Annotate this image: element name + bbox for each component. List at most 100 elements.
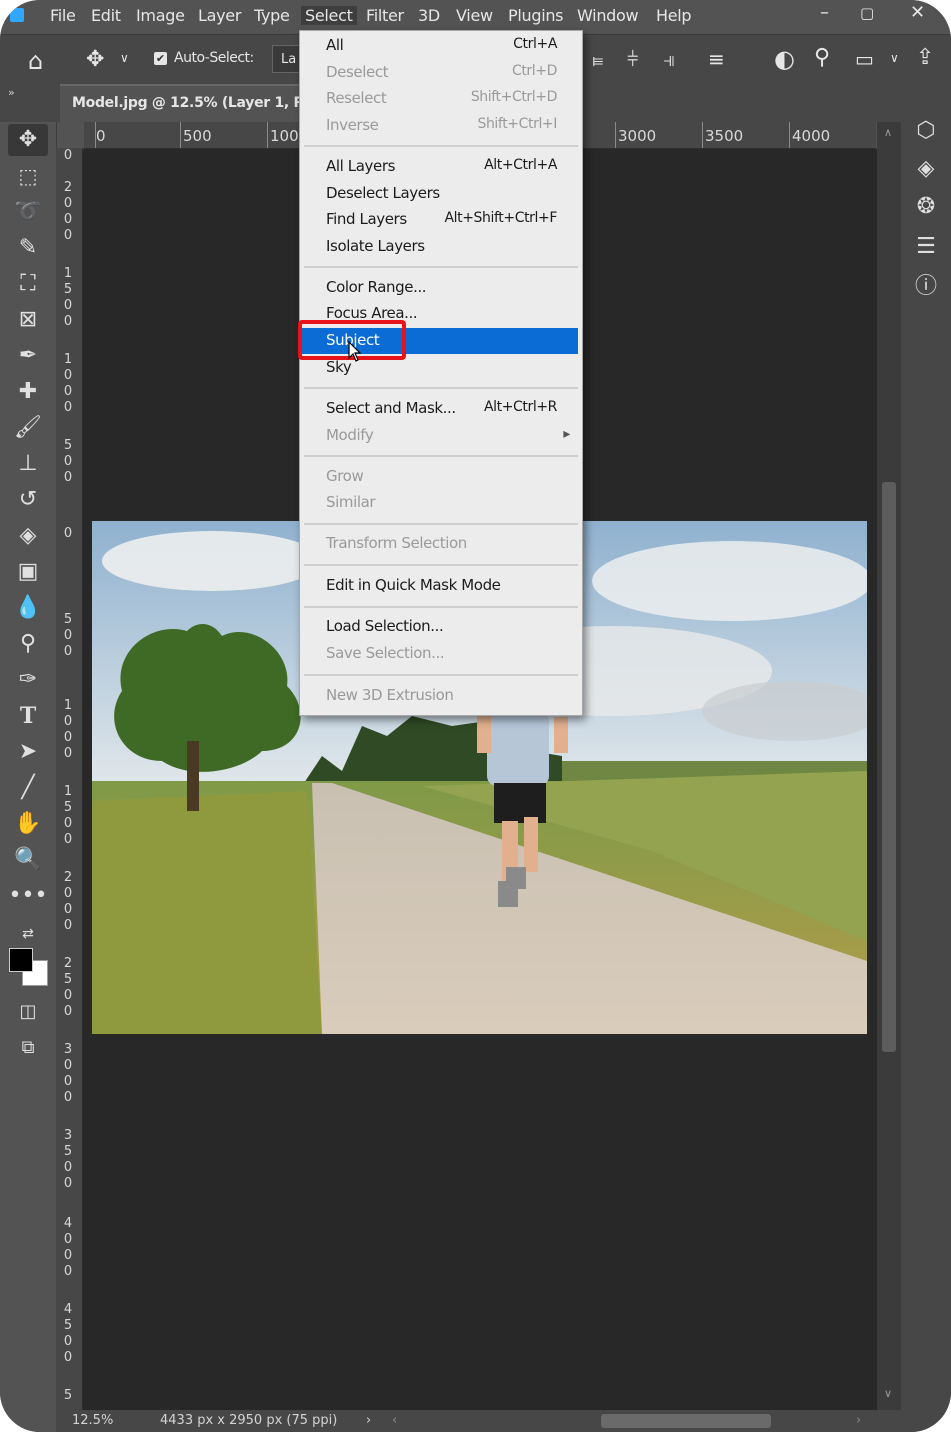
type-icon[interactable]: T	[8, 700, 48, 732]
align-center-icon[interactable]: ⫩	[627, 47, 638, 71]
menu-item-grow[interactable]: Grow	[300, 464, 582, 490]
menu-view[interactable]: View	[456, 6, 493, 25]
more-tools-icon[interactable]: •••	[8, 880, 48, 912]
menu-item-transform-selection[interactable]: Transform Selection	[300, 531, 582, 557]
auto-select-checkbox[interactable]: ✔	[154, 52, 167, 65]
menu-item-save-selection[interactable]: Save Selection...	[300, 641, 582, 667]
menu-item-new-3d-extrusion[interactable]: New 3D Extrusion	[300, 683, 582, 709]
scroll-up-icon[interactable]: ∧	[884, 126, 892, 139]
menu-item-quick-mask-mode[interactable]: Edit in Quick Mask Mode	[300, 573, 582, 599]
menu-plugins[interactable]: Plugins	[508, 6, 564, 25]
menu-item-reselect[interactable]: Reselect Shift+Ctrl+D	[300, 86, 582, 112]
close-icon[interactable]: ✕	[910, 2, 925, 23]
menu-item-load-selection[interactable]: Load Selection...	[300, 614, 582, 640]
3d-mode-icon[interactable]: ◐	[774, 45, 795, 73]
menu-item-inverse[interactable]: Inverse Shift+Ctrl+I	[300, 113, 582, 139]
quick-mask-icon[interactable]: ◫	[8, 996, 48, 1028]
gradient-icon[interactable]: ▣	[8, 556, 48, 588]
share-icon[interactable]: ⇪	[916, 45, 934, 70]
distribute-icon[interactable]: ≡	[708, 47, 725, 71]
right-panel-dock: ⬡ ◈ ❂ ☰ ⓘ	[901, 84, 951, 1432]
ruler-label: 0	[63, 526, 73, 541]
menu-item-all[interactable]: All Ctrl+A	[300, 33, 582, 59]
line-icon[interactable]: ╱	[8, 772, 48, 804]
menu-type[interactable]: Type	[254, 6, 290, 25]
swap-colors-icon[interactable]: ⇄	[8, 918, 48, 950]
menu-item-modify[interactable]: Modify ▸	[300, 423, 582, 449]
eyedropper-icon[interactable]: ✒	[8, 340, 48, 372]
menu-item-deselect[interactable]: Deselect Ctrl+D	[300, 60, 582, 86]
menu-item-similar[interactable]: Similar	[300, 490, 582, 516]
menu-select[interactable]: Select	[301, 6, 357, 25]
path-selection-icon[interactable]: ➤	[8, 736, 48, 768]
chevron-down-icon[interactable]: ∨	[890, 51, 899, 65]
frame-icon[interactable]: ⊠	[8, 304, 48, 336]
vertical-scrollbar[interactable]: ∧ ∨	[877, 122, 901, 1410]
document-tab[interactable]: Model.jpg @ 12.5% (Layer 1, RG	[60, 84, 315, 124]
healing-icon[interactable]: ✚	[8, 376, 48, 408]
menu-item-find-layers[interactable]: Find Layers Alt+Shift+Ctrl+F	[300, 207, 582, 233]
crop-icon[interactable]: ⛶	[8, 268, 48, 300]
vertical-scroll-thumb[interactable]	[882, 482, 896, 1052]
screen-mode-icon[interactable]: ⧉	[8, 1032, 48, 1064]
search-icon[interactable]: ⚲	[814, 45, 830, 70]
menu-separator	[304, 523, 578, 525]
adjustments-icon[interactable]: ☰	[911, 232, 941, 262]
quick-selection-icon[interactable]: ✎	[8, 232, 48, 264]
ruler-label: 1500	[63, 266, 73, 329]
menu-item-all-layers[interactable]: All Layers Alt+Ctrl+A	[300, 154, 582, 180]
hand-icon[interactable]: ✋	[8, 808, 48, 840]
layers-icon[interactable]: ◈	[911, 154, 941, 184]
pen-icon[interactable]: ✑	[8, 664, 48, 696]
lasso-icon[interactable]: ➰	[8, 196, 48, 228]
marquee-icon[interactable]: ⬚	[8, 160, 48, 192]
menu-layer[interactable]: Layer	[198, 6, 241, 25]
stamp-icon[interactable]: ⊥	[8, 448, 48, 480]
home-icon[interactable]: ⌂	[28, 47, 43, 75]
menu-filter[interactable]: Filter	[366, 6, 404, 25]
photoshop-window: File Edit Image Layer Type Select Filter…	[0, 0, 951, 1432]
status-bar: 12.5% 4433 px x 2950 px (75 ppi) › ‹ ›	[56, 1410, 901, 1432]
3d-icon[interactable]: ⬡	[911, 116, 941, 146]
ruler-label: 3500	[63, 1128, 73, 1191]
history-brush-icon[interactable]: ↺	[8, 484, 48, 516]
menu-item-color-range[interactable]: Color Range...	[300, 275, 582, 301]
menu-edit[interactable]: Edit	[91, 6, 121, 25]
chevron-down-icon[interactable]: ∨	[120, 51, 129, 65]
dodge-icon[interactable]: ⚲	[8, 628, 48, 660]
move-tool-icon[interactable]: ✥	[8, 124, 48, 156]
menu-help[interactable]: Help	[656, 6, 692, 25]
workspace-icon[interactable]: ▭	[855, 47, 874, 71]
minimize-icon[interactable]: –	[820, 2, 829, 23]
menu-separator	[304, 387, 578, 389]
info-icon[interactable]: ⓘ	[911, 272, 941, 302]
move-icon[interactable]: ✥	[86, 47, 104, 72]
scroll-right-icon[interactable]: ›	[856, 1413, 861, 1428]
menu-item-select-and-mask[interactable]: Select and Mask... Alt+Ctrl+R	[300, 396, 582, 422]
menu-item-isolate-layers[interactable]: Isolate Layers	[300, 234, 582, 260]
document-tab-title: Model.jpg @ 12.5% (Layer 1, RG	[72, 95, 316, 111]
zoom-icon[interactable]: 🔍	[8, 844, 48, 876]
scroll-down-icon[interactable]: ∨	[884, 1387, 892, 1400]
scroll-left-icon[interactable]: ‹	[392, 1413, 397, 1428]
foreground-color-swatch[interactable]	[9, 948, 33, 972]
auto-select-target-dropdown[interactable]: La	[272, 45, 300, 73]
menu-file[interactable]: File	[50, 6, 76, 25]
channels-icon[interactable]: ❂	[911, 192, 941, 222]
menu-window[interactable]: Window	[577, 6, 639, 25]
expand-panel-icon[interactable]: »	[8, 86, 15, 99]
zoom-level[interactable]: 12.5%	[72, 1413, 113, 1428]
status-menu-chevron-icon[interactable]: ›	[366, 1413, 371, 1428]
brush-icon[interactable]: 🖌	[8, 412, 48, 444]
eraser-icon[interactable]: ◈	[8, 520, 48, 552]
restore-icon[interactable]: ▢	[860, 4, 874, 22]
submenu-arrow-icon: ▸	[563, 426, 570, 442]
menu-3d[interactable]: 3D	[418, 6, 440, 25]
align-left-icon[interactable]: ⫢	[592, 47, 604, 71]
align-right-icon[interactable]: ⫣	[663, 47, 675, 71]
ruler-label: 100	[270, 127, 299, 145]
blur-icon[interactable]: 💧	[8, 592, 48, 624]
horizontal-scroll-thumb[interactable]	[601, 1414, 771, 1428]
menu-item-deselect-layers[interactable]: Deselect Layers	[300, 181, 582, 207]
menu-image[interactable]: Image	[136, 6, 185, 25]
